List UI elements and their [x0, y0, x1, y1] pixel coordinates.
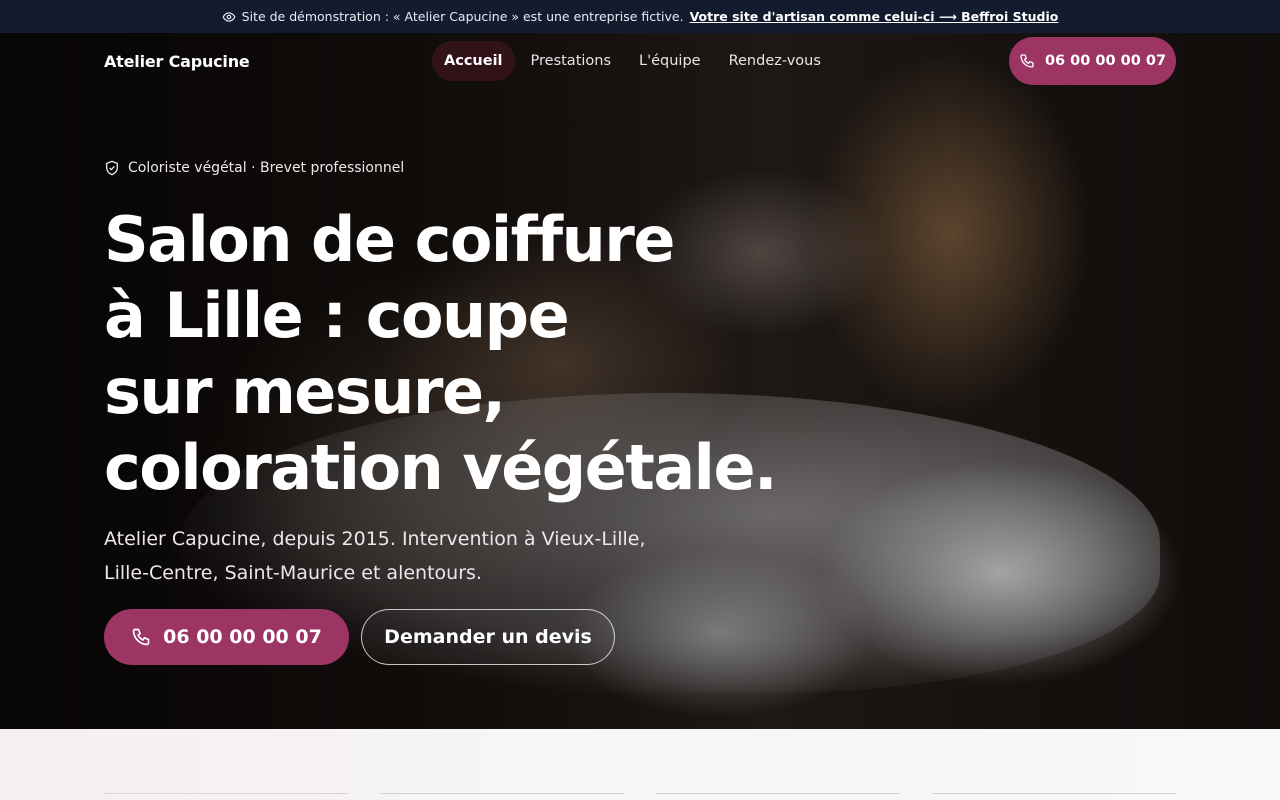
headline-line-4: coloration végétale.: [104, 431, 778, 504]
demo-banner-text: Site de démonstration : « Atelier Capuci…: [241, 9, 684, 24]
phone-icon: [1020, 54, 1034, 68]
hero-lead-line-2: Lille-Centre, Saint-Maurice et alentours…: [104, 562, 482, 584]
nav-item-rendez-vous[interactable]: Rendez-vous: [717, 41, 833, 81]
beffroi-studio-link[interactable]: Votre site d'artisan comme celui-ci ⟶ Be…: [690, 9, 1059, 24]
eye-icon: [222, 11, 236, 22]
headline-line-1: Salon de coiffure: [104, 203, 675, 276]
section-divider: [380, 793, 624, 794]
header-phone-button[interactable]: 06 00 00 00 07: [1009, 37, 1176, 85]
hero-phone-label: 06 00 00 00 07: [163, 626, 322, 648]
headline-line-2: à Lille : coupe: [104, 279, 570, 352]
hero-lead: Atelier Capucine, depuis 2015. Intervent…: [104, 522, 664, 590]
request-quote-button[interactable]: Demander un devis: [361, 609, 615, 665]
hero-headline: Salon de coiffure à Lille : coupe sur me…: [104, 202, 778, 506]
section-divider: [932, 793, 1176, 794]
hero-lead-line-1: Atelier Capucine, depuis 2015. Intervent…: [104, 528, 646, 550]
brand-logo[interactable]: Atelier Capucine: [104, 52, 250, 71]
section-divider: [104, 793, 348, 794]
shield-check-icon: [106, 160, 118, 176]
qualification-badge: Coloriste végétal · Brevet professionnel: [104, 160, 404, 176]
nav-item-accueil[interactable]: Accueil: [432, 41, 515, 81]
nav-item-prestations[interactable]: Prestations: [519, 41, 624, 81]
demo-banner-message-wrap: Site de démonstration : « Atelier Capuci…: [222, 9, 1059, 24]
next-section: [0, 729, 1280, 800]
main-header: Atelier Capucine Accueil Prestations L'é…: [104, 37, 1176, 85]
main-nav: Accueil Prestations L'équipe Rendez-vous: [432, 41, 833, 81]
headline-line-3: sur mesure,: [104, 355, 506, 428]
hero-phone-button[interactable]: 06 00 00 00 07: [104, 609, 349, 665]
section-divider: [656, 793, 900, 794]
header-phone-label: 06 00 00 00 07: [1044, 53, 1167, 69]
demo-banner: Site de démonstration : « Atelier Capuci…: [0, 0, 1280, 33]
nav-item-equipe[interactable]: L'équipe: [627, 41, 713, 81]
phone-icon: [132, 628, 150, 646]
qualification-text: Coloriste végétal · Brevet professionnel: [128, 160, 405, 176]
